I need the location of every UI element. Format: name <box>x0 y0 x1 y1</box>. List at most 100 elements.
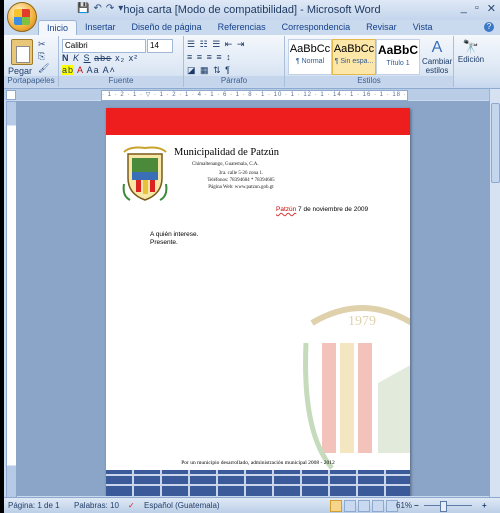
font-format-row: N K S abc x₂ x² <box>62 53 138 63</box>
page-count[interactable]: Página: 1 de 1 <box>8 501 60 510</box>
letter-greeting: A quién interese. Presente. <box>150 231 198 247</box>
full-screen-reading-icon[interactable] <box>344 500 356 512</box>
outline-icon[interactable] <box>372 500 384 512</box>
help-icon[interactable]: ? <box>484 22 494 32</box>
date-place: Patzún <box>276 206 297 213</box>
zoom-in-icon[interactable]: + <box>482 501 487 510</box>
shading-icon[interactable]: ◪ <box>187 65 197 75</box>
municipal-crest-icon <box>122 146 168 201</box>
address-block: 3ra. calle 5-26 zona 1. Teléfonos: 78394… <box>174 170 308 191</box>
font-color-icon[interactable]: A <box>77 65 84 75</box>
decrease-indent-icon[interactable]: ⇤ <box>225 39 234 49</box>
format-painter-icon[interactable]: 🖌 <box>38 63 49 74</box>
horizontal-ruler[interactable]: · 1 · 2 · 1 · ▽ · 1 · 2 · 1 · 4 · 1 · 6 … <box>101 90 408 101</box>
underline-icon[interactable]: S <box>84 53 91 63</box>
print-layout-icon[interactable] <box>330 500 342 512</box>
cut-icon[interactable]: ✂ <box>38 39 46 50</box>
paste-icon[interactable] <box>11 39 33 65</box>
superscript-icon[interactable]: x² <box>129 53 139 63</box>
organization-name: Municipalidad de Patzún <box>174 147 279 158</box>
change-case-icon[interactable]: Aa <box>87 65 100 75</box>
grow-font-icon[interactable]: A˄ <box>103 65 116 75</box>
maximize-button[interactable]: ▫ <box>475 2 479 15</box>
strikethrough-icon[interactable]: abc <box>94 53 112 63</box>
zoom-level[interactable]: 61% <box>396 501 412 510</box>
vertical-scrollbar[interactable] <box>489 89 500 497</box>
office-logo-icon <box>14 9 30 25</box>
increase-indent-icon[interactable]: ⇥ <box>237 39 246 49</box>
font-group-label: Fuente <box>59 76 183 87</box>
watermark-crest-icon: 1979 <box>303 305 410 470</box>
bold-icon[interactable]: N <box>62 53 70 63</box>
borders-icon[interactable]: ▦ <box>200 65 210 75</box>
redo-icon[interactable]: ↷ <box>106 3 114 14</box>
paste-button[interactable]: Pegar <box>8 66 32 76</box>
status-bar: Página: 1 de 1 Palabras: 10 ✓ Español (G… <box>4 497 500 513</box>
sort-icon[interactable]: ⇅ <box>213 65 222 75</box>
line-spacing-icon[interactable]: ↕ <box>226 52 232 62</box>
web-layout-icon[interactable] <box>358 500 370 512</box>
website-line: Página Web: www.patzun.gob.gt <box>208 185 274 190</box>
office-button[interactable] <box>7 2 37 32</box>
numbering-icon[interactable]: ☷ <box>200 39 209 49</box>
ruler-row: · 1 · 2 · 1 · ▽ · 1 · 2 · 1 · 4 · 1 · 6 … <box>4 89 500 101</box>
justify-icon[interactable]: ≡ <box>216 52 222 62</box>
footer-band <box>106 470 410 496</box>
tab-correspondencia[interactable]: Correspondencia <box>274 20 359 36</box>
zoom-slider-thumb[interactable] <box>440 501 447 512</box>
minimize-button[interactable]: _ <box>461 2 467 15</box>
close-button[interactable]: ✕ <box>487 2 496 15</box>
title-bar: hoja carta [Modo de compatibilidad] - Mi… <box>4 0 500 20</box>
qat-dropdown-icon[interactable]: ▾ <box>118 3 123 14</box>
clipboard-group: Pegar ✂ ⎘ 🖌 Portapapeles <box>4 36 59 87</box>
undo-icon[interactable]: ↶ <box>93 3 101 14</box>
tab-referencias[interactable]: Referencias <box>210 20 274 36</box>
align-row: ≡ ≡ ≡ ≡ ↕ <box>187 52 232 62</box>
editing-group: 🔭 Edición <box>454 36 488 87</box>
quick-access-toolbar: 💾 ↶ ↷ ▾ <box>40 3 123 14</box>
ruler-toggle-icon[interactable] <box>6 90 16 100</box>
italic-icon[interactable]: K <box>73 53 80 63</box>
tab-revisar[interactable]: Revisar <box>358 20 405 36</box>
align-left-icon[interactable]: ≡ <box>187 52 193 62</box>
organization-location: Chimaltenango, Guatemala, C.A. <box>192 162 259 167</box>
font-size-combo[interactable]: 14 <box>147 39 173 53</box>
view-buttons <box>330 500 398 512</box>
phone-line: Teléfonos: 78394684 * 78394685 <box>207 178 275 183</box>
zoom-slider[interactable] <box>424 505 472 506</box>
word-count[interactable]: Palabras: 10 <box>74 501 119 510</box>
styles-group: AaBbCc ¶ Normal AaBbCc ¶ Sin espa... AaB… <box>285 36 454 87</box>
copy-icon[interactable]: ⎘ <box>38 51 45 62</box>
tab-diseno-pagina[interactable]: Diseño de página <box>124 20 210 36</box>
align-right-icon[interactable]: ≡ <box>207 52 213 62</box>
align-center-icon[interactable]: ≡ <box>197 52 203 62</box>
bullets-icon[interactable]: ☰ <box>187 39 196 49</box>
style-heading-1[interactable]: AaBbC Título 1 <box>376 39 420 75</box>
scrollbar-thumb[interactable] <box>491 103 500 183</box>
font-group: Calibri 14 N K S abc x₂ x² ab A Aa A˄ Fu… <box>59 36 184 87</box>
zoom-out-icon[interactable]: − <box>414 501 419 510</box>
paragraph-group-label: Párrafo <box>184 76 284 87</box>
change-styles-icon: A <box>431 39 443 56</box>
proofing-icon[interactable]: ✓ <box>128 501 135 510</box>
document-page[interactable]: Municipalidad de Patzún Chimaltenango, G… <box>106 108 410 496</box>
save-icon[interactable]: 💾 <box>77 3 89 14</box>
language-indicator[interactable]: Español (Guatemala) <box>144 501 220 510</box>
style-normal[interactable]: AaBbCc ¶ Normal <box>288 39 332 75</box>
font-name-combo[interactable]: Calibri <box>62 39 146 53</box>
list-row: ☰ ☷ ☰ ⇤ ⇥ <box>187 39 245 50</box>
ribbon-tabs: Inicio Insertar Diseño de página Referen… <box>38 20 441 36</box>
show-marks-icon[interactable]: ¶ <box>225 65 231 75</box>
binoculars-icon: 🔭 <box>462 39 480 54</box>
tab-insertar[interactable]: Insertar <box>77 20 124 36</box>
tab-vista[interactable]: Vista <box>405 20 441 36</box>
highlight-icon[interactable]: ab <box>62 65 75 75</box>
editing-button[interactable]: 🔭 Edición <box>456 39 486 64</box>
change-styles-button[interactable]: A Cambiar estilos <box>422 39 452 75</box>
watermark-year: 1979 <box>348 314 376 329</box>
tab-inicio[interactable]: Inicio <box>38 20 78 36</box>
subscript-icon[interactable]: x₂ <box>115 53 125 63</box>
footer-motto: Por un municipio desarrollado, administr… <box>181 460 335 466</box>
style-no-spacing[interactable]: AaBbCc ¶ Sin espa... <box>332 39 376 75</box>
multilevel-list-icon[interactable]: ☰ <box>212 39 221 49</box>
